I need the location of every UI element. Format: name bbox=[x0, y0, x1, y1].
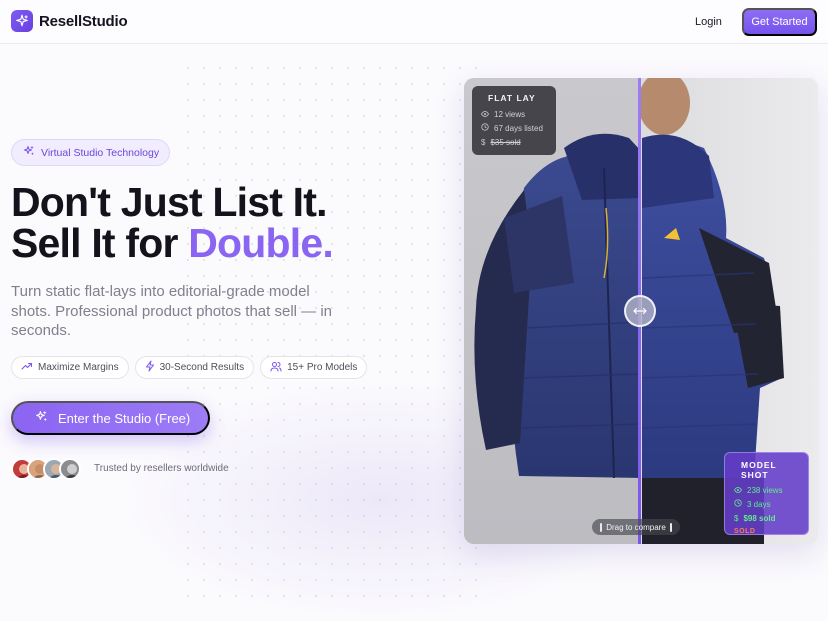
drag-hint: Drag to compare bbox=[592, 519, 680, 535]
headline-line-2-prefix: Sell It for bbox=[11, 220, 189, 266]
sparkle-icon bbox=[23, 145, 35, 160]
eye-icon bbox=[734, 484, 742, 498]
model-shot-title: MODEL SHOT bbox=[741, 460, 777, 480]
views-value: 238 views bbox=[747, 486, 783, 495]
eye-icon bbox=[481, 108, 489, 122]
chip-label: 15+ Pro Models bbox=[287, 362, 358, 373]
sparkle-logo-icon bbox=[11, 10, 33, 32]
clock-icon bbox=[734, 498, 742, 512]
flat-lay-stats-tag: FLAT LAY 12 views 67 days listed $ $35 s… bbox=[472, 86, 556, 155]
chip-label: Maximize Margins bbox=[38, 362, 119, 373]
trend-up-icon bbox=[21, 361, 33, 374]
clock-icon bbox=[481, 122, 489, 136]
brand-name: ResellStudio bbox=[39, 12, 128, 30]
reseller-avatars bbox=[11, 458, 81, 480]
site-header: ResellStudio Login Get Started bbox=[0, 0, 828, 44]
days-row: 3 days bbox=[734, 498, 799, 512]
arrows-horizontal-icon bbox=[633, 302, 647, 320]
dollar-icon: $ bbox=[734, 514, 739, 523]
login-link[interactable]: Login bbox=[695, 16, 722, 28]
before-after-compare[interactable]: FLAT LAY 12 views 67 days listed $ $35 s… bbox=[464, 78, 818, 544]
price-row: $ $98 sold bbox=[734, 512, 799, 526]
badge-label: Virtual Studio Technology bbox=[41, 146, 160, 159]
sold-badge: SOLD bbox=[734, 528, 756, 535]
dollar-icon: $ bbox=[481, 138, 486, 147]
drag-hint-label: Drag to compare bbox=[606, 522, 666, 532]
views-row: 238 views bbox=[734, 484, 799, 498]
compare-drag-handle[interactable] bbox=[624, 295, 656, 327]
grip-icon bbox=[669, 522, 672, 532]
hero-headline: Don't Just List It. Sell It for Double. bbox=[11, 179, 334, 266]
chip-pro-models: 15+ Pro Models bbox=[260, 356, 368, 379]
cta-label: Enter the Studio (Free) bbox=[58, 410, 191, 426]
chip-label: 30-Second Results bbox=[159, 362, 245, 373]
brand-logo[interactable]: ResellStudio bbox=[11, 10, 128, 32]
sparkle-icon bbox=[35, 410, 48, 426]
model-shot-stats-tag: MODEL SHOT 238 views 3 days $ $98 sold S… bbox=[724, 452, 809, 535]
days-value: 67 days listed bbox=[494, 124, 543, 133]
lightning-icon bbox=[145, 360, 155, 375]
feature-badge: Virtual Studio Technology bbox=[11, 139, 170, 166]
views-value: 12 views bbox=[494, 110, 526, 119]
views-row: 12 views bbox=[481, 108, 547, 122]
flat-lay-title: FLAT LAY bbox=[488, 93, 536, 103]
headline-line-1: Don't Just List It. bbox=[11, 179, 328, 225]
enter-studio-button[interactable]: Enter the Studio (Free) bbox=[11, 401, 210, 435]
headline-accent-word: Double. bbox=[188, 220, 334, 266]
price-row: $ $35 sold bbox=[481, 136, 547, 150]
chip-maximize-margins: Maximize Margins bbox=[11, 356, 129, 379]
users-icon bbox=[270, 361, 282, 375]
days-value: 3 days bbox=[747, 500, 771, 509]
hero-subtitle: Turn static flat-lays into editorial-gra… bbox=[11, 283, 333, 339]
price-value: $98 sold bbox=[743, 514, 776, 523]
get-started-button[interactable]: Get Started bbox=[742, 8, 817, 36]
days-row: 67 days listed bbox=[481, 122, 547, 136]
chip-30-second-results: 30-Second Results bbox=[134, 356, 255, 379]
price-value: $35 sold bbox=[490, 138, 521, 147]
feature-chips: Maximize Margins 30-Second Results 15+ P… bbox=[11, 356, 368, 379]
grip-icon bbox=[600, 522, 603, 532]
trusted-text: Trusted by resellers worldwide bbox=[94, 463, 229, 474]
avatar bbox=[59, 458, 81, 480]
